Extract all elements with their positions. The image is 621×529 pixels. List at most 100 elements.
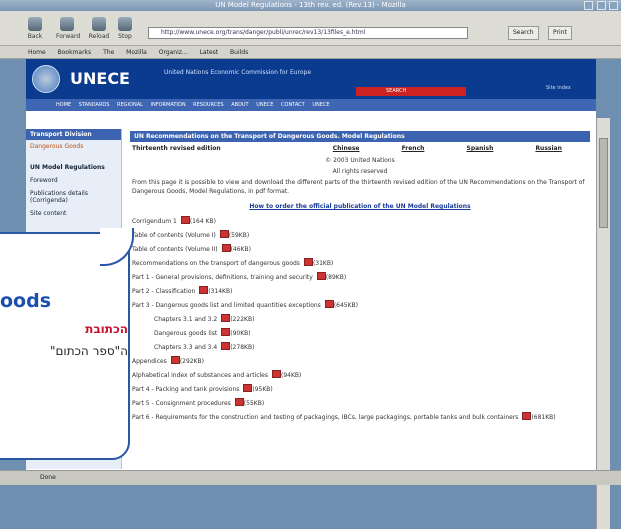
window-title-bar: UN Model Regulations - 13th rev. ed. (Re… xyxy=(0,0,621,11)
pdf-icon[interactable] xyxy=(180,216,190,224)
site-index-link[interactable]: Site index xyxy=(546,85,571,91)
list-item: Chapters 3.1 and 3.2 (222KB) xyxy=(130,313,590,327)
document-link[interactable]: Chapters 3.3 and 3.4 xyxy=(154,344,217,351)
pdf-icon[interactable] xyxy=(324,300,334,308)
stop-button[interactable]: Stop xyxy=(114,17,136,40)
bookmark-home[interactable]: Home xyxy=(28,49,46,56)
sidebar-item-model-regulations[interactable]: UN Model Regulations xyxy=(26,161,121,174)
document-link[interactable]: Part 3 - Dangerous goods list and limite… xyxy=(132,302,321,309)
document-list: Corrigendum 1 (164 KB) Table of contents (… xyxy=(130,215,590,425)
scrollbar-thumb[interactable] xyxy=(599,138,608,228)
reload-button[interactable]: Reload xyxy=(88,17,110,40)
vertical-scrollbar[interactable] xyxy=(596,118,610,529)
maximize-icon[interactable] xyxy=(597,1,606,10)
order-link[interactable]: How to order the official publication of… xyxy=(130,203,590,210)
reload-icon xyxy=(92,17,106,31)
list-item: Chapters 3.3 and 3.4 (278KB) xyxy=(130,341,590,355)
edition-label: Thirteenth revised edition xyxy=(132,145,221,152)
back-arrow-icon xyxy=(28,17,42,31)
forward-arrow-icon xyxy=(60,17,74,31)
document-link[interactable]: Part 5 - Consignment procedures xyxy=(132,400,231,407)
pdf-icon[interactable] xyxy=(199,286,209,294)
content-header: UN Recommendations on the Transport of D… xyxy=(130,131,590,142)
lang-russian-link[interactable]: Russian xyxy=(535,145,561,152)
rights-line: All rights reserved xyxy=(332,168,388,175)
file-size: (90KB) xyxy=(230,330,251,337)
file-size: (278KB) xyxy=(230,344,255,351)
sidebar-item-dangerous-goods[interactable]: Dangerous Goods xyxy=(26,140,121,153)
back-button[interactable]: Back xyxy=(24,17,46,40)
list-item: Part 2 - Classification (314KB) xyxy=(130,285,590,299)
pdf-icon[interactable] xyxy=(221,328,231,336)
document-link[interactable]: Chapters 3.1 and 3.2 xyxy=(154,316,217,323)
document-link[interactable]: Dangerous goods list xyxy=(154,330,217,337)
pdf-icon[interactable] xyxy=(303,258,313,266)
stop-icon xyxy=(118,17,132,31)
nav-home[interactable]: HOME xyxy=(56,102,71,108)
copyright-line: © 2003 United Nations xyxy=(325,157,395,164)
nav-standards[interactable]: STANDARDS xyxy=(79,102,110,108)
status-text: Done xyxy=(40,474,56,481)
lang-spanish-link[interactable]: Spanish xyxy=(467,145,494,152)
pdf-icon[interactable] xyxy=(221,342,231,350)
file-size: (59KB) xyxy=(228,232,250,239)
site-nav: HOME STANDARDS REGIONAL INFORMATION RESO… xyxy=(26,99,596,111)
print-button[interactable]: Print xyxy=(548,26,572,40)
pdf-icon[interactable] xyxy=(272,370,282,378)
sidebar-item-site-content[interactable]: Site content xyxy=(26,207,121,220)
document-link[interactable]: Alphabetical index of substances and art… xyxy=(132,372,268,379)
search-button[interactable]: Search xyxy=(508,26,539,40)
lang-chinese-link[interactable]: Chinese xyxy=(333,145,360,152)
url-input[interactable]: http://www.unece.org/trans/danger/publi/… xyxy=(148,27,468,39)
forward-button[interactable]: Forward xyxy=(56,17,80,40)
bookmark-latest-builds[interactable]: Latest Builds xyxy=(200,49,249,56)
edition-row: Thirteenth revised edition Chinese Frenc… xyxy=(130,142,590,155)
document-link[interactable]: Table of contents (Volume I) xyxy=(132,232,216,239)
file-size: (95KB) xyxy=(252,386,273,393)
pdf-icon[interactable] xyxy=(219,230,229,238)
pdf-icon[interactable] xyxy=(221,314,231,322)
site-search-input[interactable]: SEARCH xyxy=(356,87,466,96)
sidebar-item-foreword[interactable]: Foreword xyxy=(26,174,121,187)
list-item: Recommendations on the transport of dang… xyxy=(130,257,590,271)
intro-text: From this page it is possible to view an… xyxy=(132,179,585,195)
document-link[interactable]: Appendices xyxy=(132,358,167,365)
bookmarks-bar: Home Bookmarks The Mozilla Organiz... La… xyxy=(0,46,621,59)
nav-regional[interactable]: REGIONAL xyxy=(117,102,143,108)
main-content: UN Recommendations on the Transport of D… xyxy=(130,131,590,425)
list-item: Table of contents (Volume II) (46KB) xyxy=(130,243,590,257)
pdf-icon[interactable] xyxy=(234,398,244,406)
lang-french-link[interactable]: French xyxy=(402,145,425,152)
site-header: UNECE United Nations Economic Commission… xyxy=(26,59,596,99)
pdf-icon[interactable] xyxy=(221,244,231,252)
minimize-icon[interactable] xyxy=(584,1,593,10)
nav-contact[interactable]: CONTACT UNECE xyxy=(281,102,330,108)
un-logo-icon[interactable] xyxy=(32,65,60,93)
list-item: Table of contents (Volume I) (59KB) xyxy=(130,229,590,243)
nav-information[interactable]: INFORMATION RESOURCES xyxy=(151,102,224,108)
bookmark-bookmarks[interactable]: Bookmarks xyxy=(58,49,92,56)
document-link[interactable]: Table of contents (Volume II) xyxy=(132,246,218,253)
bookmark-mozilla[interactable]: The Mozilla Organiz... xyxy=(103,49,188,56)
close-icon[interactable] xyxy=(609,1,618,10)
file-size: (222KB) xyxy=(230,316,255,323)
sidebar-item-publications[interactable]: Publications details (Corrigenda) xyxy=(26,187,121,207)
sidebar-header[interactable]: Transport Division xyxy=(26,129,121,140)
nav-about[interactable]: ABOUT UNECE xyxy=(231,102,273,108)
document-link[interactable]: Part 2 - Classification xyxy=(132,288,195,295)
pdf-icon[interactable] xyxy=(170,356,180,364)
document-link[interactable]: Corrigendum 1 xyxy=(132,218,177,225)
file-size: (164 KB) xyxy=(189,218,216,225)
list-item: Part 5 - Consignment procedures (55KB) xyxy=(130,397,590,411)
document-link[interactable]: Recommendations on the transport of dang… xyxy=(132,260,300,267)
document-link[interactable]: Part 1 - General provisions, definitions… xyxy=(132,274,313,281)
document-link[interactable]: Part 6 - Requirements for the constructi… xyxy=(132,414,518,421)
document-link[interactable]: Part 4 - Packing and tank provisions xyxy=(132,386,239,393)
list-item: Corrigendum 1 (164 KB) xyxy=(130,215,590,229)
file-size: (31KB) xyxy=(312,260,334,267)
file-size: (55KB) xyxy=(243,400,265,407)
file-size: (681KB) xyxy=(531,414,556,421)
callout-hebrew-text: ה"ספר הכתום" xyxy=(49,344,128,358)
callout-title: oods xyxy=(0,290,52,312)
pdf-icon[interactable] xyxy=(316,272,326,280)
